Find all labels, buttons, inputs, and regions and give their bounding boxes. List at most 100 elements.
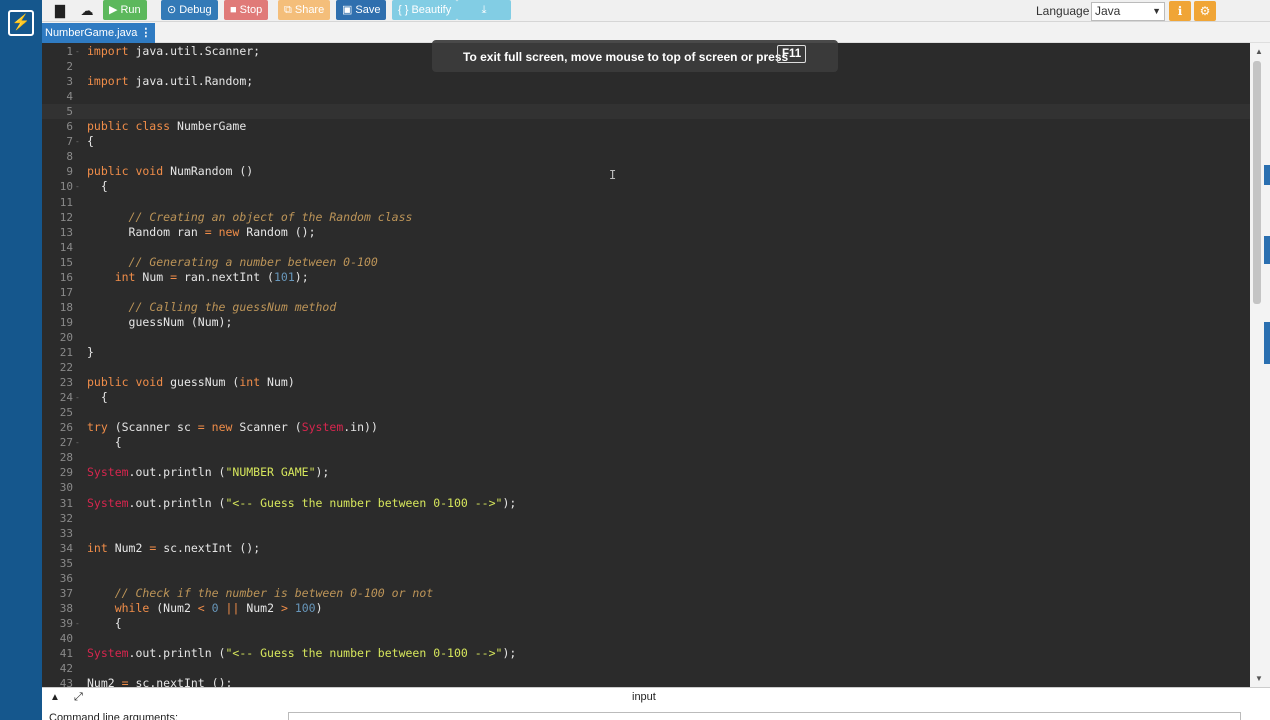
code-text: guessNum (Num); [87,314,233,329]
fold-toggle-icon[interactable]: - [75,179,80,194]
download-button[interactable]: ⤓ [457,0,511,20]
code-line[interactable]: 37 // Check if the number is between 0-1… [42,586,1250,601]
debug-button[interactable]: ⊙ Debug [161,0,218,20]
code-line[interactable]: 21} [42,345,1250,360]
code-line[interactable]: 4 [42,89,1250,104]
code-line[interactable]: 43 Num2 = sc.nextInt (); [42,676,1250,687]
code-line[interactable]: 5 [42,104,1250,120]
new-file-icon[interactable]: ▇ [50,2,70,19]
line-number: 21 [59,346,73,359]
line-number: 25 [59,406,73,420]
code-text: // Check if the number is between 0-100 … [114,585,434,600]
editor-vertical-scrollbar[interactable]: ▲ ▼ [1250,43,1270,687]
share-button[interactable]: ⧉ Share [278,0,331,20]
code-line[interactable]: 22 [42,360,1250,375]
code-line[interactable]: 27- { [42,435,1250,450]
code-line[interactable]: 12 // Creating an object of the Random c… [42,210,1250,225]
line-number: 28 [59,451,73,465]
run-button[interactable]: ▶ Run [103,0,147,20]
save-icon: ▣ [342,4,353,16]
language-select[interactable]: Java ▼ [1091,2,1165,21]
code-line[interactable]: 3 import java.util.Random; [42,74,1250,89]
code-line[interactable]: 29 System.out.println ("NUMBER GAME"); [42,465,1250,480]
command-line-arguments-input[interactable] [288,712,1241,720]
code-line[interactable]: 35 [42,556,1250,571]
code-line[interactable]: 24- { [42,390,1250,405]
info-icon[interactable]: ℹ [1169,1,1191,21]
code-line[interactable]: 23 public void guessNum (int Num) [42,375,1250,390]
code-line[interactable]: 39- { [42,616,1250,631]
tab-numbergame-java[interactable]: NumberGame.java ⋮ [42,23,156,43]
code-line[interactable]: 28 [42,450,1250,465]
code-line[interactable]: 34 int Num2 = sc.nextInt (); [42,541,1250,556]
lightning-logo-icon[interactable]: ⚡ [8,10,34,36]
code-line[interactable]: 17 [42,285,1250,300]
line-number: 16 [59,270,73,284]
fold-toggle-icon[interactable]: - [75,390,80,405]
code-text: // Generating a number between 0-100 [128,254,378,269]
stop-button[interactable]: ■ Stop [224,0,269,20]
code-line[interactable]: 19 guessNum (Num); [42,315,1250,330]
code-line[interactable]: 13 Random ran = new Random (); [42,225,1250,240]
code-line[interactable]: 18 // Calling the guessNum method [42,300,1250,315]
line-number: 4 [66,90,73,104]
code-text: { [87,615,122,630]
f11-key-badge: F11 [777,45,807,63]
line-number: 6 [66,120,73,134]
fold-toggle-icon[interactable]: - [75,44,80,59]
fold-toggle-icon[interactable]: - [75,616,80,631]
code-line[interactable]: 7-{ [42,134,1250,149]
scrollbar-thumb[interactable] [1253,61,1261,304]
code-line[interactable]: 36 [42,571,1250,586]
upload-icon[interactable]: ☁ [77,2,97,19]
save-button[interactable]: ▣ Save [336,0,387,20]
code-line[interactable]: 26 try (Scanner sc = new Scanner (System.… [42,420,1250,435]
line-number: 35 [59,556,73,570]
language-value: Java [1095,4,1121,18]
code-editor[interactable]: 1- import java.util.Scanner; 2 3 import java… [42,43,1250,687]
expand-icon[interactable]: ⤢ [74,691,83,704]
code-line[interactable]: 8 [42,149,1250,164]
gear-icon[interactable]: ⚙ [1194,1,1216,21]
line-number: 9 [66,165,73,179]
code-line[interactable]: 6 public class NumberGame [42,119,1250,134]
code-line[interactable]: 10- { [42,179,1250,194]
command-line-arguments-label: Command line arguments: [49,712,179,720]
code-line[interactable]: 20 [42,330,1250,345]
code-line[interactable]: 11 [42,195,1250,210]
scroll-up-icon[interactable]: ▲ [1255,47,1263,56]
code-line[interactable]: 30 [42,480,1250,495]
code-line[interactable]: 31 System.out.println ("<-- Guess the num… [42,496,1250,511]
input-section-label: input [632,691,656,703]
code-line[interactable]: 9 public void NumRandom () [42,164,1250,179]
code-line[interactable]: 14 [42,240,1250,255]
code-line[interactable]: 40 [42,631,1250,646]
code-line[interactable]: 33 [42,526,1250,541]
fold-toggle-icon[interactable]: - [75,134,80,149]
chevron-up-icon[interactable]: ▲ [50,692,60,703]
more-options-icon[interactable]: ⋮ [140,27,151,39]
fold-toggle-icon[interactable]: - [75,435,80,450]
right-edge-marker [1264,236,1270,264]
line-number: 23 [59,376,73,390]
share-icon: ⧉ [284,4,292,16]
code-line[interactable]: 15 // Generating a number between 0-100 [42,255,1250,270]
line-number: 36 [59,571,73,585]
code-text: { [87,179,108,194]
code-text: public class NumberGame [87,119,247,134]
line-number: 27 [59,436,73,450]
code-line[interactable]: 38 while (Num2 < 0 || Num2 > 100) [42,601,1250,616]
line-number: 19 [59,315,73,329]
line-number: 11 [59,195,73,209]
stop-icon: ■ [230,4,237,16]
code-line[interactable]: 25 [42,405,1250,420]
code-text: try (Scanner sc = new Scanner (System.in… [87,420,378,435]
code-line[interactable]: 41 System.out.println ("<-- Guess the num… [42,646,1250,661]
beautify-button[interactable]: { } Beautify [392,0,458,20]
code-line[interactable]: 42 [42,661,1250,676]
scroll-down-icon[interactable]: ▼ [1255,674,1263,683]
code-text: int Num = ran.nextInt (101); [114,269,309,284]
code-text: int Num2 = sc.nextInt (); [87,540,261,555]
code-line[interactable]: 16 int Num = ran.nextInt (101); [42,270,1250,285]
code-line[interactable]: 32 [42,511,1250,526]
